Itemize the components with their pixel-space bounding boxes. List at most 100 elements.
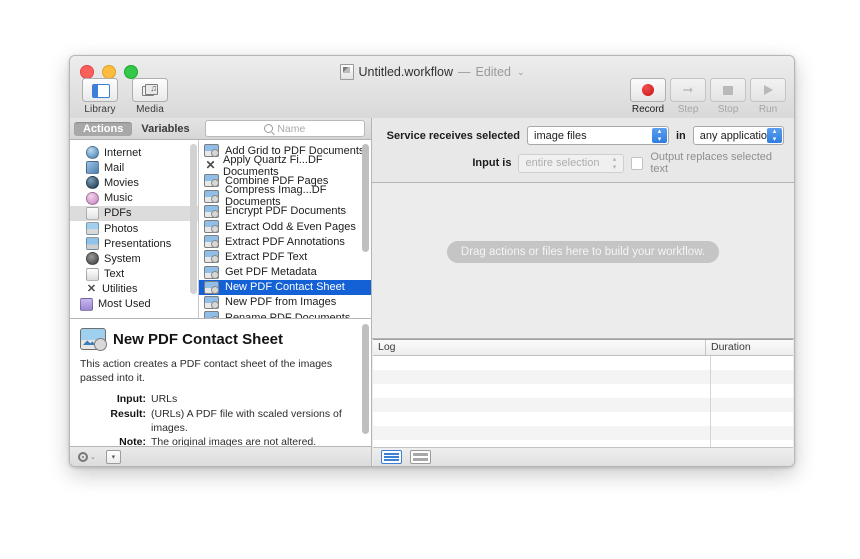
- pdf-action-icon: [204, 235, 219, 248]
- media-icon: [142, 84, 157, 96]
- action-item[interactable]: New PDF Contact Sheet: [199, 280, 371, 295]
- pdf-action-icon: [204, 190, 219, 203]
- input-is-select[interactable]: entire selection ▴▾: [518, 154, 624, 173]
- category-item-internet[interactable]: Internet: [70, 145, 198, 160]
- workflow-canvas[interactable]: Drag actions or files here to build your…: [372, 183, 794, 339]
- library-tabbar: Actions Variables Name: [70, 118, 371, 140]
- log-row[interactable]: [373, 412, 793, 426]
- category-item-utilities[interactable]: ✕Utilities: [70, 282, 198, 297]
- title-chevron-down-icon[interactable]: ⌄: [517, 67, 525, 78]
- category-item-music[interactable]: Music: [70, 191, 198, 206]
- toolbar-left-group: Library Media: [78, 78, 172, 115]
- category-item-text[interactable]: Text: [70, 267, 198, 282]
- category-item-label: Most Used: [98, 298, 151, 310]
- action-item[interactable]: Extract PDF Text: [199, 249, 371, 264]
- workflow-pane: Service receives selected image files ▴▾…: [372, 118, 794, 466]
- category-list[interactable]: InternetMailMoviesMusicPDFs PhotosPresent…: [70, 140, 199, 318]
- category-item-movies[interactable]: Movies: [70, 175, 198, 190]
- system-icon: [86, 252, 99, 265]
- action-settings-menu[interactable]: ⌄: [78, 452, 96, 462]
- search-icon: [264, 124, 273, 133]
- log-row[interactable]: [373, 398, 793, 412]
- library-pane: Actions Variables Name InternetMailMovie…: [70, 118, 372, 466]
- action-list-scrollbar[interactable]: [362, 144, 369, 252]
- library-icon: [92, 84, 110, 98]
- service-receives-row: Service receives selected image files ▴▾…: [382, 126, 784, 145]
- stop-icon: [723, 86, 733, 95]
- tab-actions[interactable]: Actions: [74, 122, 132, 136]
- duration-cell: [711, 356, 793, 370]
- description-meta-key: Result:: [80, 408, 151, 435]
- action-item[interactable]: Extract PDF Annotations: [199, 234, 371, 249]
- log-row[interactable]: [373, 426, 793, 440]
- pdf-action-icon: [80, 328, 106, 350]
- category-item-label: PDFs: [104, 207, 132, 219]
- action-item[interactable]: ✕Apply Quartz Fi...DF Documents: [199, 158, 371, 173]
- run-button[interactable]: Run: [750, 78, 786, 115]
- log-column-header[interactable]: Log: [373, 340, 706, 355]
- service-application-chevron-icon: ▴▾: [767, 128, 782, 143]
- record-button[interactable]: Record: [630, 78, 666, 115]
- log-table-body[interactable]: [373, 356, 793, 447]
- category-item-most used[interactable]: Most Used: [70, 297, 198, 312]
- search-input[interactable]: Name: [205, 120, 365, 137]
- action-item[interactable]: Extract Odd & Even Pages: [199, 219, 371, 234]
- log-table-header: Log Duration: [373, 340, 793, 356]
- category-item-pdfs[interactable]: PDFs: [70, 206, 198, 221]
- toolbar-library-button[interactable]: Library: [78, 78, 122, 115]
- log-cell: [373, 370, 711, 384]
- toolbar-right-group: Record ➞ Step Stop Run: [630, 78, 786, 115]
- input-is-chevron-icon: ▴▾: [607, 156, 622, 171]
- step-button[interactable]: ➞ Step: [670, 78, 706, 115]
- text-icon: [86, 268, 99, 281]
- service-application-select[interactable]: any application ▴▾: [693, 126, 784, 145]
- log-cell: [373, 440, 711, 447]
- action-item[interactable]: Encrypt PDF Documents: [199, 204, 371, 219]
- log-row[interactable]: [373, 440, 793, 447]
- duration-cell: [711, 370, 793, 384]
- log-row[interactable]: [373, 370, 793, 384]
- description-disclosure-button[interactable]: ▾: [106, 450, 121, 464]
- action-item-label: Extract PDF Annotations: [225, 236, 345, 248]
- category-item-presentations[interactable]: Presentations: [70, 236, 198, 251]
- output-replaces-checkbox[interactable]: [631, 157, 643, 170]
- action-item[interactable]: Rename PDF Documents: [199, 310, 371, 318]
- description-title: New PDF Contact Sheet: [113, 331, 283, 348]
- description-meta-row: Note:The original images are not altered…: [80, 436, 357, 447]
- log-cell: [373, 426, 711, 440]
- action-item-label: Encrypt PDF Documents: [225, 205, 346, 217]
- pdf-action-icon: [204, 174, 219, 187]
- action-item-label: New PDF Contact Sheet: [225, 281, 345, 293]
- action-item[interactable]: New PDF from Images: [199, 295, 371, 310]
- service-receives-value: image files: [534, 130, 587, 142]
- service-receives-chevron-icon: ▴▾: [652, 128, 667, 143]
- log-cell: [373, 384, 711, 398]
- gear-icon: [78, 452, 88, 462]
- category-item-photos[interactable]: Photos: [70, 221, 198, 236]
- automator-window: Untitled.workflow — Edited ⌄ Library Med…: [69, 55, 795, 467]
- category-item-system[interactable]: System: [70, 251, 198, 266]
- split-view-icon[interactable]: [410, 450, 431, 464]
- action-list[interactable]: Add Grid to PDF Documents✕Apply Quartz F…: [199, 140, 371, 318]
- log-view-icon[interactable]: [381, 450, 402, 464]
- category-item-mail[interactable]: Mail: [70, 160, 198, 175]
- log-row[interactable]: [373, 384, 793, 398]
- category-list-scrollbar[interactable]: [190, 144, 197, 294]
- pdf-action-icon: [204, 220, 219, 233]
- gear-chevron-down-icon: ⌄: [90, 453, 96, 461]
- description-header: New PDF Contact Sheet: [80, 328, 357, 350]
- toolbar-media-button[interactable]: Media: [128, 78, 172, 115]
- log-cell: [373, 356, 711, 370]
- action-item[interactable]: Compress Imag...DF Documents: [199, 189, 371, 204]
- mail-icon: [86, 161, 99, 174]
- log-row[interactable]: [373, 356, 793, 370]
- stop-button[interactable]: Stop: [710, 78, 746, 115]
- duration-column-header[interactable]: Duration: [706, 340, 793, 355]
- duration-cell: [711, 398, 793, 412]
- service-receives-select[interactable]: image files ▴▾: [527, 126, 669, 145]
- description-scrollbar[interactable]: [362, 324, 369, 434]
- action-item[interactable]: Get PDF Metadata: [199, 265, 371, 280]
- description-meta-value: (URLs) A PDF file with scaled versions o…: [151, 408, 357, 435]
- tab-variables[interactable]: Variables: [132, 122, 198, 136]
- category-item-label: System: [104, 253, 141, 265]
